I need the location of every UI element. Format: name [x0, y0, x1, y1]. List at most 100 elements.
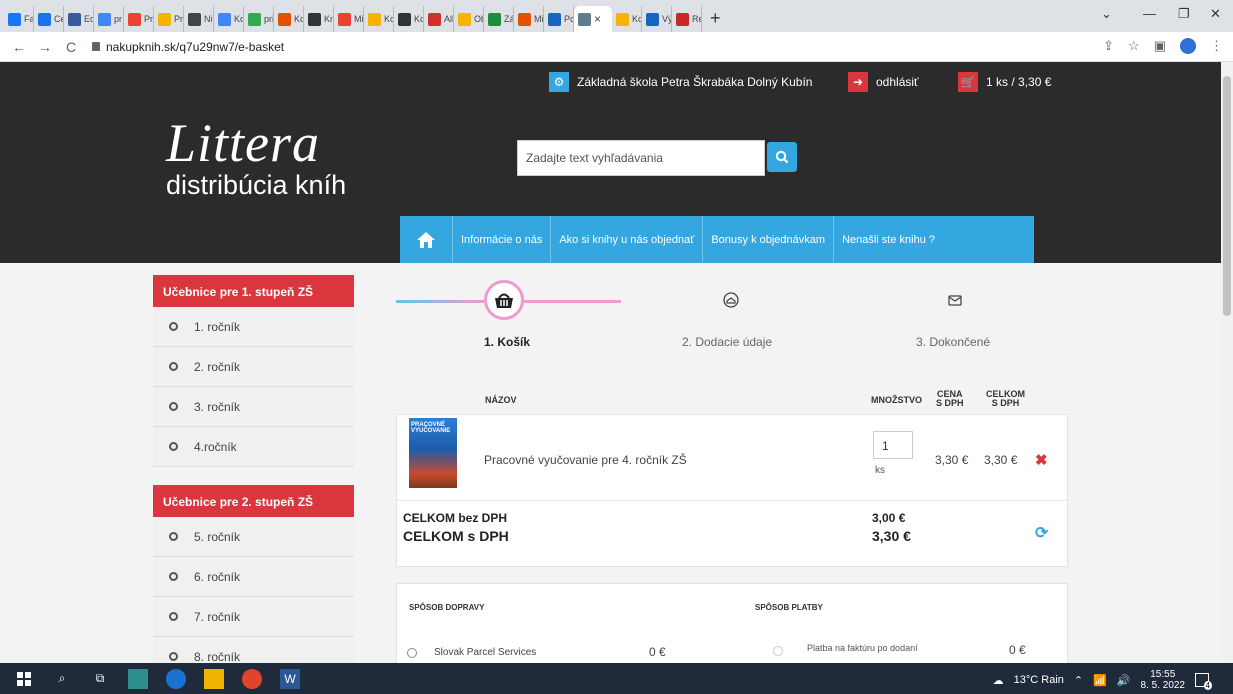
browser-tab[interactable]: Ko [214, 6, 244, 32]
browser-tab[interactable]: Ob [454, 6, 484, 32]
edge-icon[interactable] [166, 668, 186, 689]
browser-tab[interactable]: pr [94, 6, 124, 32]
windows-start-icon[interactable] [14, 669, 34, 689]
logout-link[interactable]: ➜ odhlásiť [848, 72, 919, 92]
nav-bonuses[interactable]: Bonusy k objednávkam [703, 216, 835, 263]
browser-tab[interactable]: Kn [304, 6, 334, 32]
browser-tab[interactable]: Fac [4, 6, 34, 32]
browser-tab[interactable]: All [424, 6, 454, 32]
basket-icon [495, 293, 513, 308]
browser-tab[interactable]: Ce [34, 6, 64, 32]
school-link[interactable]: ⚙ Základná škola Petra Škrabáka Dolný Ku… [549, 72, 812, 92]
browser-tab[interactable]: Ko [394, 6, 424, 32]
site-header: Littera distribúcia kníh ⚙ Základná škol… [0, 62, 1221, 263]
sidebar-item-grade-6[interactable]: 6. ročník [153, 557, 354, 597]
sidebar-item-grade-2[interactable]: 2. ročník [153, 347, 354, 387]
search-button[interactable] [767, 142, 797, 172]
step-2-label: 2. Dodacie údaje [682, 335, 773, 349]
minimize-icon[interactable]: — [1143, 6, 1156, 21]
close-window-icon[interactable]: ✕ [1210, 6, 1221, 22]
refresh-cart-icon[interactable]: ⟳ [1035, 523, 1048, 543]
tab-label: Mi [534, 14, 544, 24]
sidebar-item-grade-4[interactable]: 4.ročník [153, 427, 354, 467]
column-quantity: MNOŽSTVO [871, 395, 922, 405]
weather-text[interactable]: 13°C Rain [1014, 674, 1064, 686]
share-icon[interactable]: ⇪ [1103, 38, 1114, 54]
gear-icon: ⚙ [549, 72, 569, 92]
side-panel-icon[interactable]: ▣ [1154, 38, 1166, 54]
menu-dots-icon[interactable]: ⋮ [1210, 38, 1223, 54]
clock[interactable]: 15:55 8. 5. 2022 [1141, 669, 1185, 691]
profile-avatar[interactable] [1180, 38, 1196, 54]
nav-home-button[interactable] [400, 216, 453, 263]
browser-tab[interactable]: Vý [642, 6, 672, 32]
browser-tab[interactable]: Pri [154, 6, 184, 32]
volume-icon[interactable]: 🔊 [1117, 674, 1131, 687]
logo-text[interactable]: Littera [166, 112, 320, 174]
sidebar-group-1-title[interactable]: Učebnice pre 1. stupeň ZŠ [153, 275, 354, 307]
cart-link[interactable]: 🛒 1 ks / 3,30 € [958, 72, 1051, 92]
browser-tab[interactable]: Ko [612, 6, 642, 32]
browser-tab[interactable]: Ko [274, 6, 304, 32]
notification-icon[interactable]: 4 [1195, 673, 1212, 690]
delivery-radio[interactable] [407, 648, 417, 658]
page-scrollbar[interactable] [1221, 62, 1233, 663]
tab-favicon-icon [188, 12, 201, 26]
sidebar-group-2-title[interactable]: Učebnice pre 2. stupeň ZŠ [153, 485, 354, 517]
browser-tab[interactable]: Po [544, 6, 574, 32]
total-with-vat-label: CELKOM s DPH [403, 528, 509, 544]
reload-icon[interactable]: C [64, 39, 78, 55]
close-tab-icon[interactable]: × [594, 12, 601, 26]
word-icon[interactable]: W [280, 668, 300, 689]
browser-tab[interactable]: Ni [184, 6, 214, 32]
browser-tab[interactable]: Re [672, 6, 702, 32]
task-view-icon[interactable]: ⧉ [90, 669, 110, 689]
payment-radio[interactable] [773, 646, 783, 656]
browser-tab-active[interactable]: × [574, 6, 612, 32]
browser-tab[interactable]: Ko [364, 6, 394, 32]
browser-tab[interactable]: Ed [64, 6, 94, 32]
tab-label: Po [564, 14, 574, 24]
envelope-open-icon [720, 289, 742, 311]
sidebar-item-grade-3[interactable]: 3. ročník [153, 387, 354, 427]
network-icon[interactable]: 📶 [1093, 674, 1107, 687]
browser-tab[interactable]: Pri [124, 6, 154, 32]
url-field[interactable]: nakupknih.sk/q7u29nw7/e-basket [92, 40, 284, 54]
browser-tab[interactable]: Mi [514, 6, 544, 32]
payment-option[interactable]: Platba na faktúru po dodaní [807, 643, 918, 653]
forward-icon[interactable]: → [38, 39, 52, 55]
search-taskbar-icon[interactable]: ⌕ [52, 669, 72, 689]
sidebar-item-grade-7[interactable]: 7. ročník [153, 597, 354, 637]
sidebar-item-grade-5[interactable]: 5. ročník [153, 517, 354, 557]
delivery-option[interactable]: Slovak Parcel Services [434, 647, 536, 658]
tab-favicon-icon [8, 12, 21, 26]
remove-item-icon[interactable]: ✖ [1035, 451, 1048, 469]
bookmark-star-icon[interactable]: ☆ [1128, 38, 1140, 54]
tab-label: Ce [54, 14, 63, 24]
browser-tab[interactable]: pri [244, 6, 274, 32]
nav-not-found[interactable]: Nenašli ste knihu ? [834, 216, 943, 263]
search-input[interactable]: Zadajte text vyhľadávania [517, 140, 765, 176]
sidebar-item-grade-8[interactable]: 8. ročník [153, 637, 354, 663]
maximize-icon[interactable]: ❐ [1178, 6, 1190, 22]
scroll-thumb[interactable] [1223, 76, 1231, 316]
payment-price: 0 € [1009, 643, 1026, 657]
tab-search-icon[interactable]: ⌄ [1101, 6, 1112, 22]
new-tab-icon[interactable]: + [710, 8, 721, 29]
nav-about[interactable]: Informácie o nás [453, 216, 552, 263]
sidebar-item-grade-1[interactable]: 1. ročník [153, 307, 354, 347]
tab-favicon-icon [128, 12, 141, 26]
tab-label: pr [114, 14, 123, 24]
cart-item-title[interactable]: Pracovné vyučovanie pre 4. ročník ZŠ [484, 453, 687, 467]
browser-tab[interactable]: Zá [484, 6, 514, 32]
quantity-input[interactable]: 1 [873, 431, 913, 459]
tray-chevron-icon[interactable]: ⌃ [1074, 674, 1083, 687]
app-icon[interactable] [128, 668, 148, 689]
chrome-icon[interactable] [242, 668, 262, 689]
file-explorer-icon[interactable] [204, 668, 224, 689]
sidebar-item-label: 2. ročník [194, 359, 241, 374]
back-icon[interactable]: ← [12, 39, 26, 55]
book-thumbnail[interactable]: PRACOVNÉ VYUČOVANIE [409, 418, 457, 488]
browser-tab[interactable]: Mi [334, 6, 364, 32]
nav-how-to-order[interactable]: Ako si knihy u nás objednať [551, 216, 704, 263]
